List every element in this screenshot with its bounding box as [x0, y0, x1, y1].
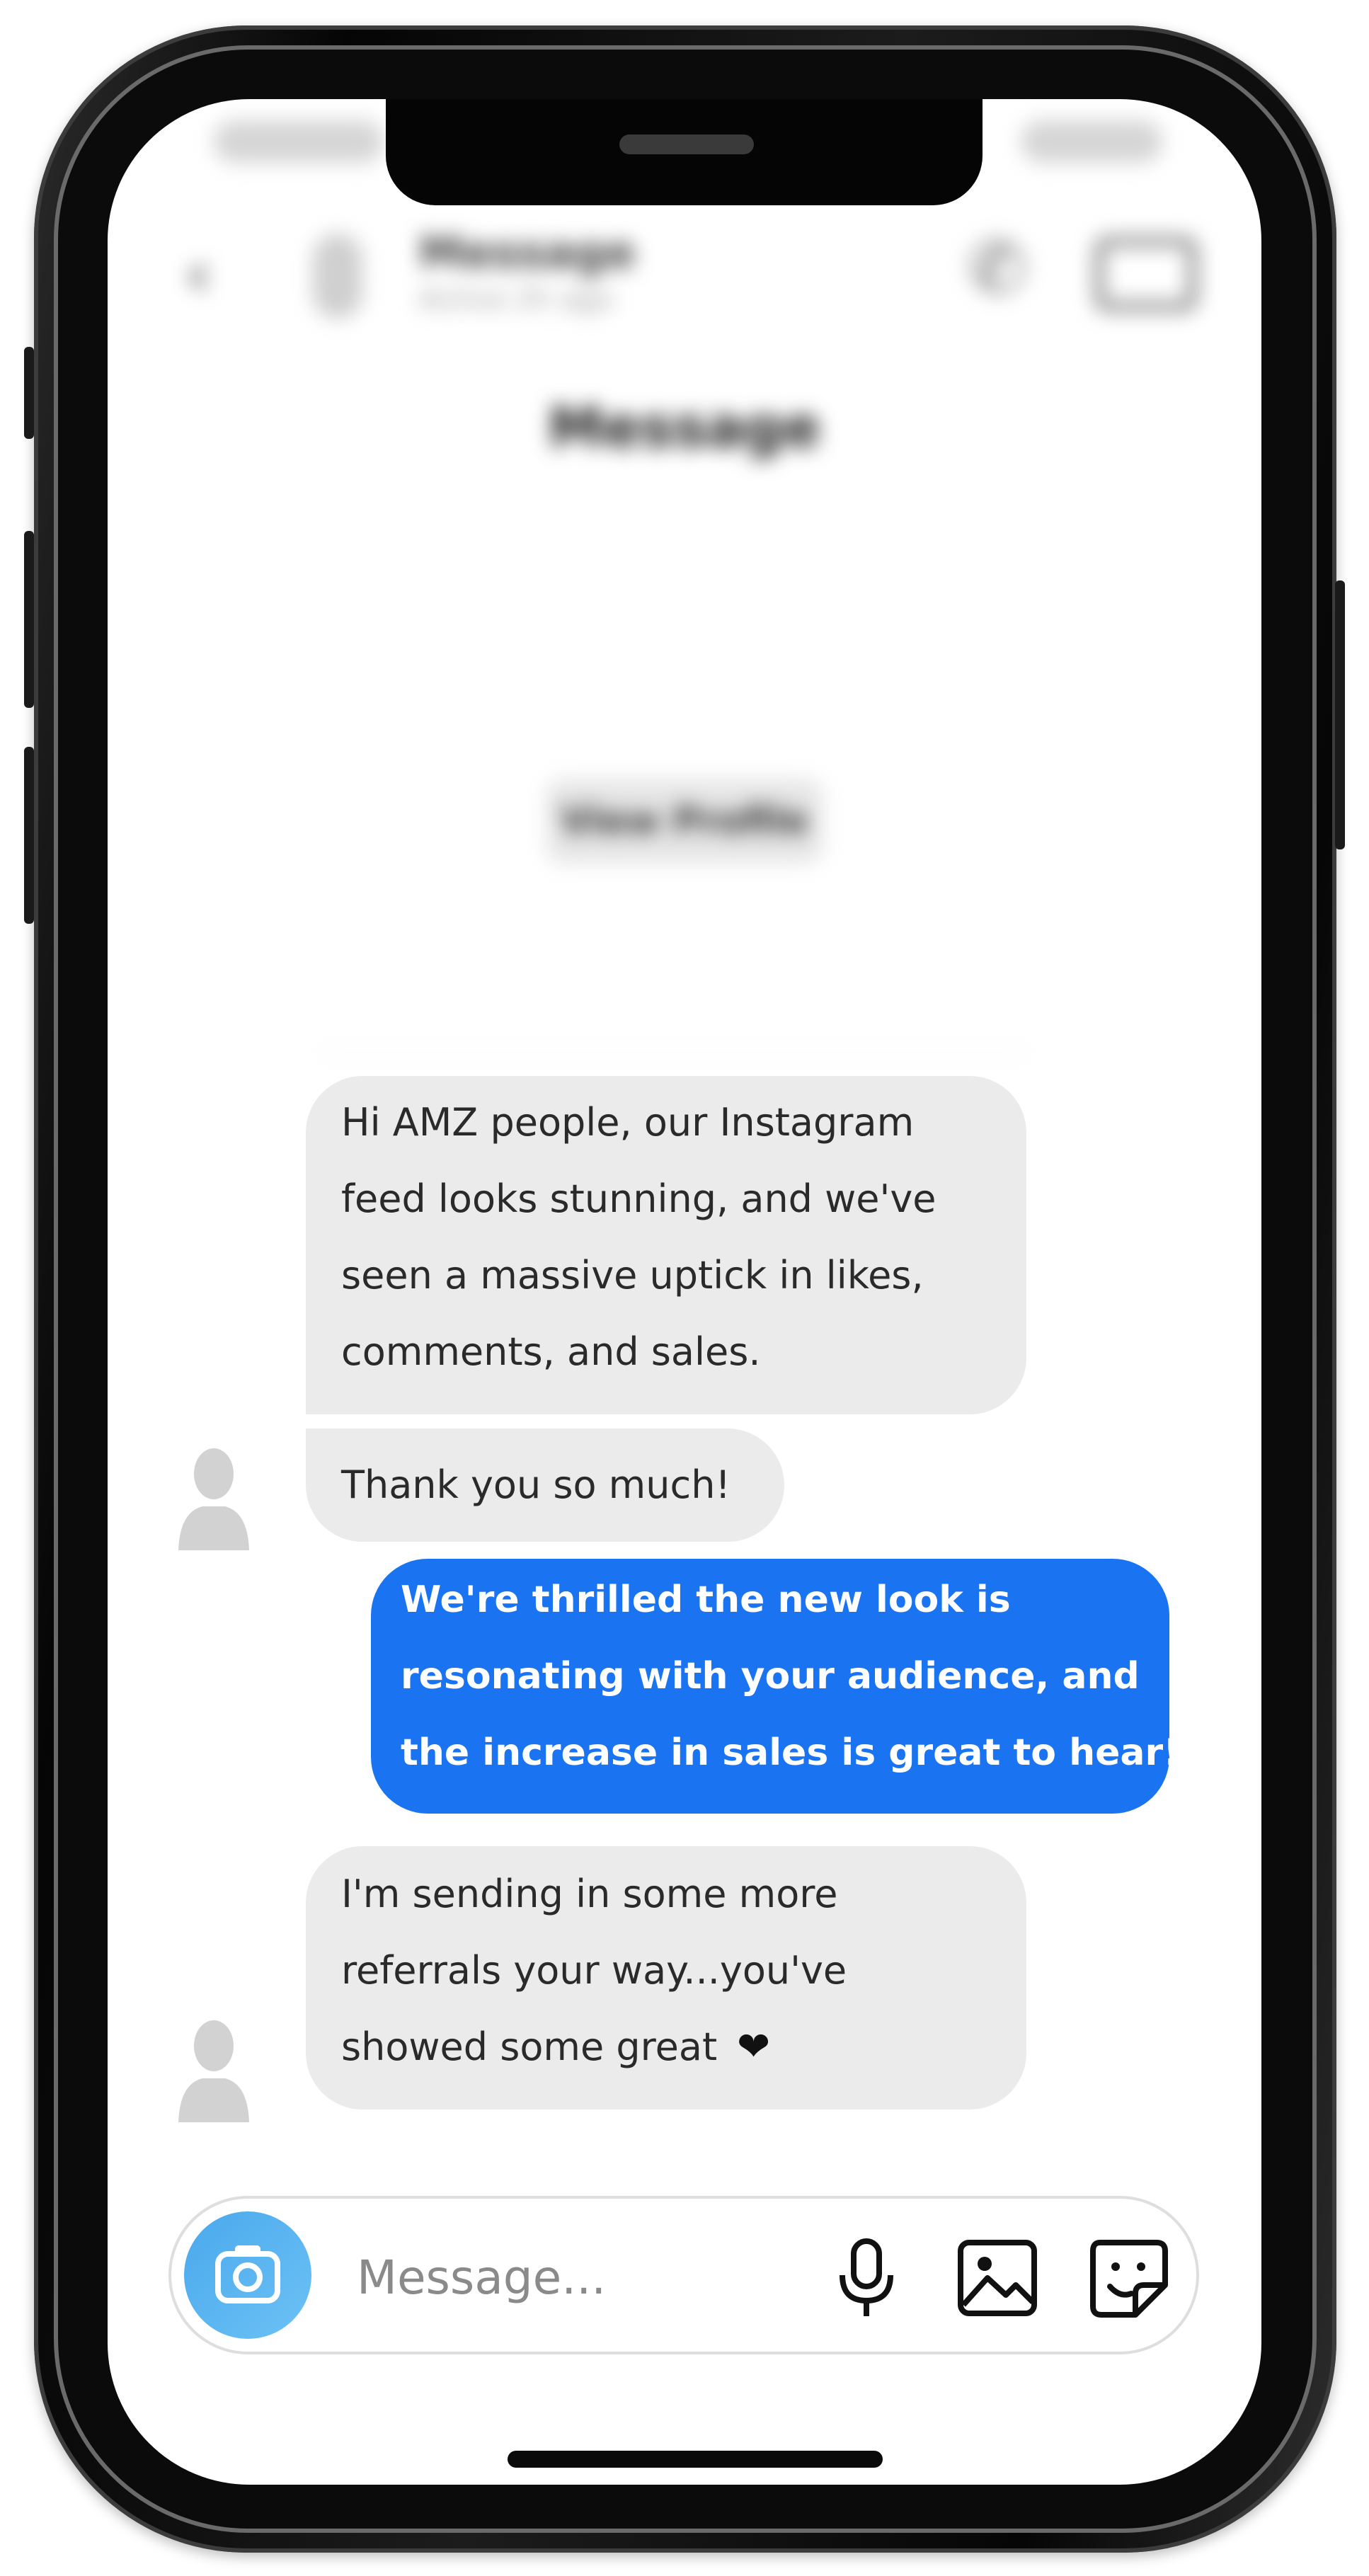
- speaker-grille: [619, 134, 754, 154]
- message-line: We're thrilled the new look is: [401, 1579, 1011, 1621]
- status-bar-indicators: [1021, 120, 1162, 163]
- microphone-icon[interactable]: [823, 2234, 910, 2322]
- camera-icon: [215, 2245, 280, 2303]
- message-line-with-icon: showed some great ❤: [341, 2009, 991, 2085]
- contact-status: Active 2h ago: [419, 283, 614, 316]
- volume-up-button: [24, 531, 34, 708]
- message-line: resonating with your audience, and: [401, 1655, 1140, 1698]
- power-button: [1335, 580, 1345, 849]
- camera-button[interactable]: [184, 2211, 311, 2339]
- message-line: the increase in sales is great to hear!: [401, 1731, 1180, 1774]
- message-line: comments, and sales.: [341, 1329, 761, 1374]
- incoming-message[interactable]: Hi AMZ people, our Instagram feed looks …: [306, 1076, 1026, 1414]
- message-line: referrals your way...you've: [341, 1948, 847, 1993]
- outgoing-message[interactable]: We're thrilled the new look is resonatin…: [371, 1559, 1180, 1814]
- home-indicator[interactable]: [508, 2451, 883, 2468]
- sticker-icon[interactable]: [1084, 2234, 1172, 2322]
- user-placeholder-icon[interactable]: [171, 2016, 256, 2122]
- message-input[interactable]: [355, 2234, 783, 2320]
- back-icon[interactable]: ‹: [185, 237, 211, 311]
- contact-avatar[interactable]: [313, 234, 362, 319]
- date-divider: [320, 1051, 1028, 1053]
- phone-screen: ‹ Message Active 2h ago ✆ Message View P…: [108, 99, 1261, 2485]
- incoming-message[interactable]: Thank you so much!: [306, 1429, 784, 1542]
- view-profile-button[interactable]: View Profile: [546, 779, 823, 864]
- phone-call-icon[interactable]: ✆: [968, 227, 1027, 309]
- volume-down-button: [24, 747, 34, 924]
- notch: [386, 99, 983, 205]
- message-line: I'm sending in some more: [341, 1872, 838, 1916]
- message-line: seen a massive uptick in likes,: [341, 1253, 924, 1298]
- message-line-text: showed some great: [341, 2025, 718, 2069]
- incoming-message[interactable]: I'm sending in some more referrals your …: [306, 1846, 1026, 2110]
- message-composer: [168, 2196, 1199, 2354]
- silent-switch: [24, 347, 34, 439]
- blurred-header-area: ‹ Message Active 2h ago ✆ Message View P…: [108, 99, 1261, 1076]
- message-line: feed looks stunning, and we've: [341, 1177, 936, 1221]
- message-line: Thank you so much!: [341, 1462, 731, 1507]
- heart-icon: ❤: [737, 2024, 771, 2070]
- image-icon[interactable]: [953, 2234, 1041, 2322]
- status-bar-time: [214, 120, 384, 163]
- message-line: Hi AMZ people, our Instagram: [341, 1100, 915, 1145]
- contact-name: Message: [419, 227, 636, 278]
- profile-name: Message: [548, 396, 821, 460]
- user-placeholder-icon[interactable]: [171, 1444, 256, 1550]
- video-call-icon[interactable]: [1095, 237, 1197, 311]
